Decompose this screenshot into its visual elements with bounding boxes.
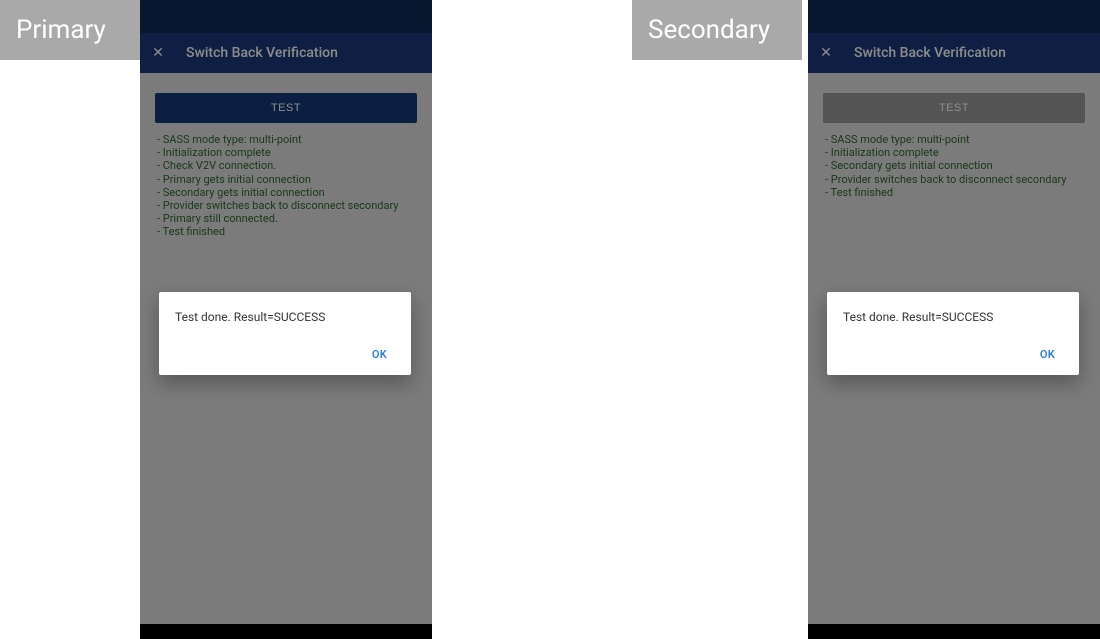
close-icon[interactable]: ✕ bbox=[150, 46, 166, 60]
log-line: - Test finished bbox=[157, 225, 415, 238]
device-tag-primary: Primary bbox=[0, 0, 140, 60]
content-area: TEST - SASS mode type: multi-point - Ini… bbox=[808, 73, 1100, 199]
ok-button[interactable]: OK bbox=[1032, 342, 1063, 367]
nav-bar bbox=[808, 624, 1100, 639]
secondary-screen: ✕ Switch Back Verification TEST - SASS m… bbox=[808, 0, 1100, 624]
log-line: - Primary still connected. bbox=[157, 212, 415, 225]
appbar-title: Switch Back Verification bbox=[854, 45, 1006, 61]
dialog-actions: OK bbox=[175, 342, 395, 367]
log-line: - Check V2V connection. bbox=[157, 159, 415, 172]
log-line: - Initialization complete bbox=[157, 146, 415, 159]
log-line: - Primary gets initial connection bbox=[157, 173, 415, 186]
log-line: - Test finished bbox=[825, 186, 1083, 199]
log-line: - Initialization complete bbox=[825, 146, 1083, 159]
test-button[interactable]: TEST bbox=[823, 93, 1085, 123]
close-icon[interactable]: ✕ bbox=[818, 46, 834, 60]
result-dialog: Test done. Result=SUCCESS OK bbox=[827, 292, 1079, 375]
statusbar bbox=[140, 0, 432, 33]
nav-bar bbox=[140, 624, 432, 639]
log-line: - SASS mode type: multi-point bbox=[157, 133, 415, 146]
primary-screen: ✕ Switch Back Verification TEST - SASS m… bbox=[140, 0, 432, 624]
ok-button[interactable]: OK bbox=[364, 342, 395, 367]
log-line: - Secondary gets initial connection bbox=[157, 186, 415, 199]
appbar: ✕ Switch Back Verification bbox=[808, 33, 1100, 73]
appbar: ✕ Switch Back Verification bbox=[140, 33, 432, 73]
appbar-title: Switch Back Verification bbox=[186, 45, 338, 61]
result-dialog: Test done. Result=SUCCESS OK bbox=[159, 292, 411, 375]
secondary-device-frame: ✕ Switch Back Verification TEST - SASS m… bbox=[808, 0, 1100, 639]
dialog-actions: OK bbox=[843, 342, 1063, 367]
log-output: - SASS mode type: multi-point - Initiali… bbox=[823, 123, 1085, 199]
log-output: - SASS mode type: multi-point - Initiali… bbox=[155, 123, 417, 239]
primary-device-frame: ✕ Switch Back Verification TEST - SASS m… bbox=[140, 0, 432, 639]
content-area: TEST - SASS mode type: multi-point - Ini… bbox=[140, 73, 432, 239]
log-line: - SASS mode type: multi-point bbox=[825, 133, 1083, 146]
dialog-message: Test done. Result=SUCCESS bbox=[843, 310, 1063, 324]
statusbar bbox=[808, 0, 1100, 33]
log-line: - Secondary gets initial connection bbox=[825, 159, 1083, 172]
log-line: - Provider switches back to disconnect s… bbox=[157, 199, 415, 212]
dialog-message: Test done. Result=SUCCESS bbox=[175, 310, 395, 324]
test-button[interactable]: TEST bbox=[155, 93, 417, 123]
device-tag-secondary: Secondary bbox=[632, 0, 802, 60]
log-line: - Provider switches back to disconnect s… bbox=[825, 173, 1083, 186]
